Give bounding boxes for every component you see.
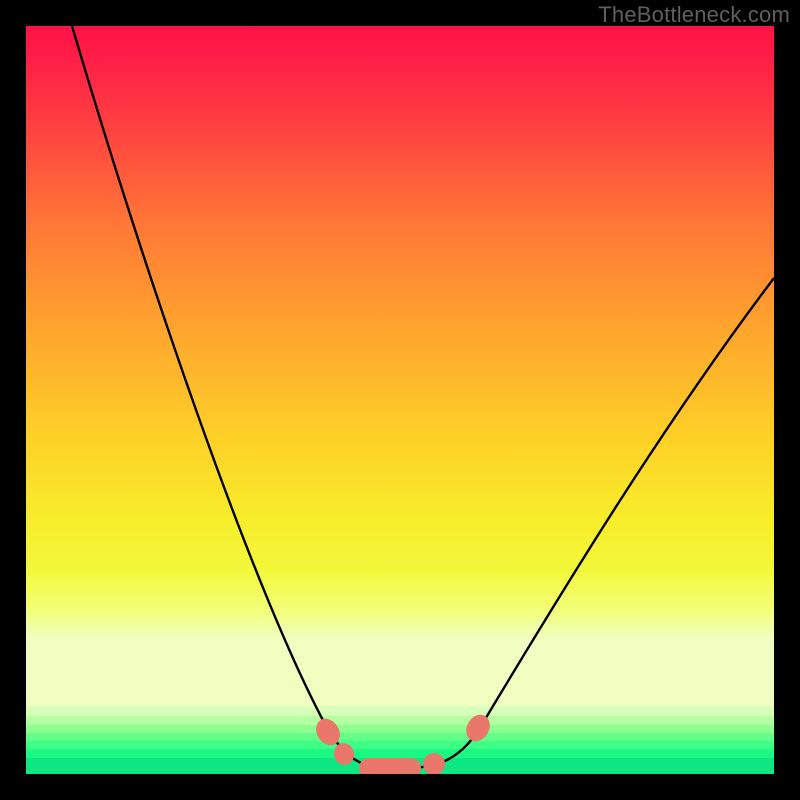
curve-markers bbox=[311, 710, 494, 774]
chart-frame: TheBottleneck.com bbox=[0, 0, 800, 800]
plot-area bbox=[26, 26, 774, 774]
watermark-text: TheBottleneck.com bbox=[598, 2, 790, 28]
curve-layer bbox=[26, 26, 774, 774]
bottleneck-curve bbox=[72, 26, 774, 768]
